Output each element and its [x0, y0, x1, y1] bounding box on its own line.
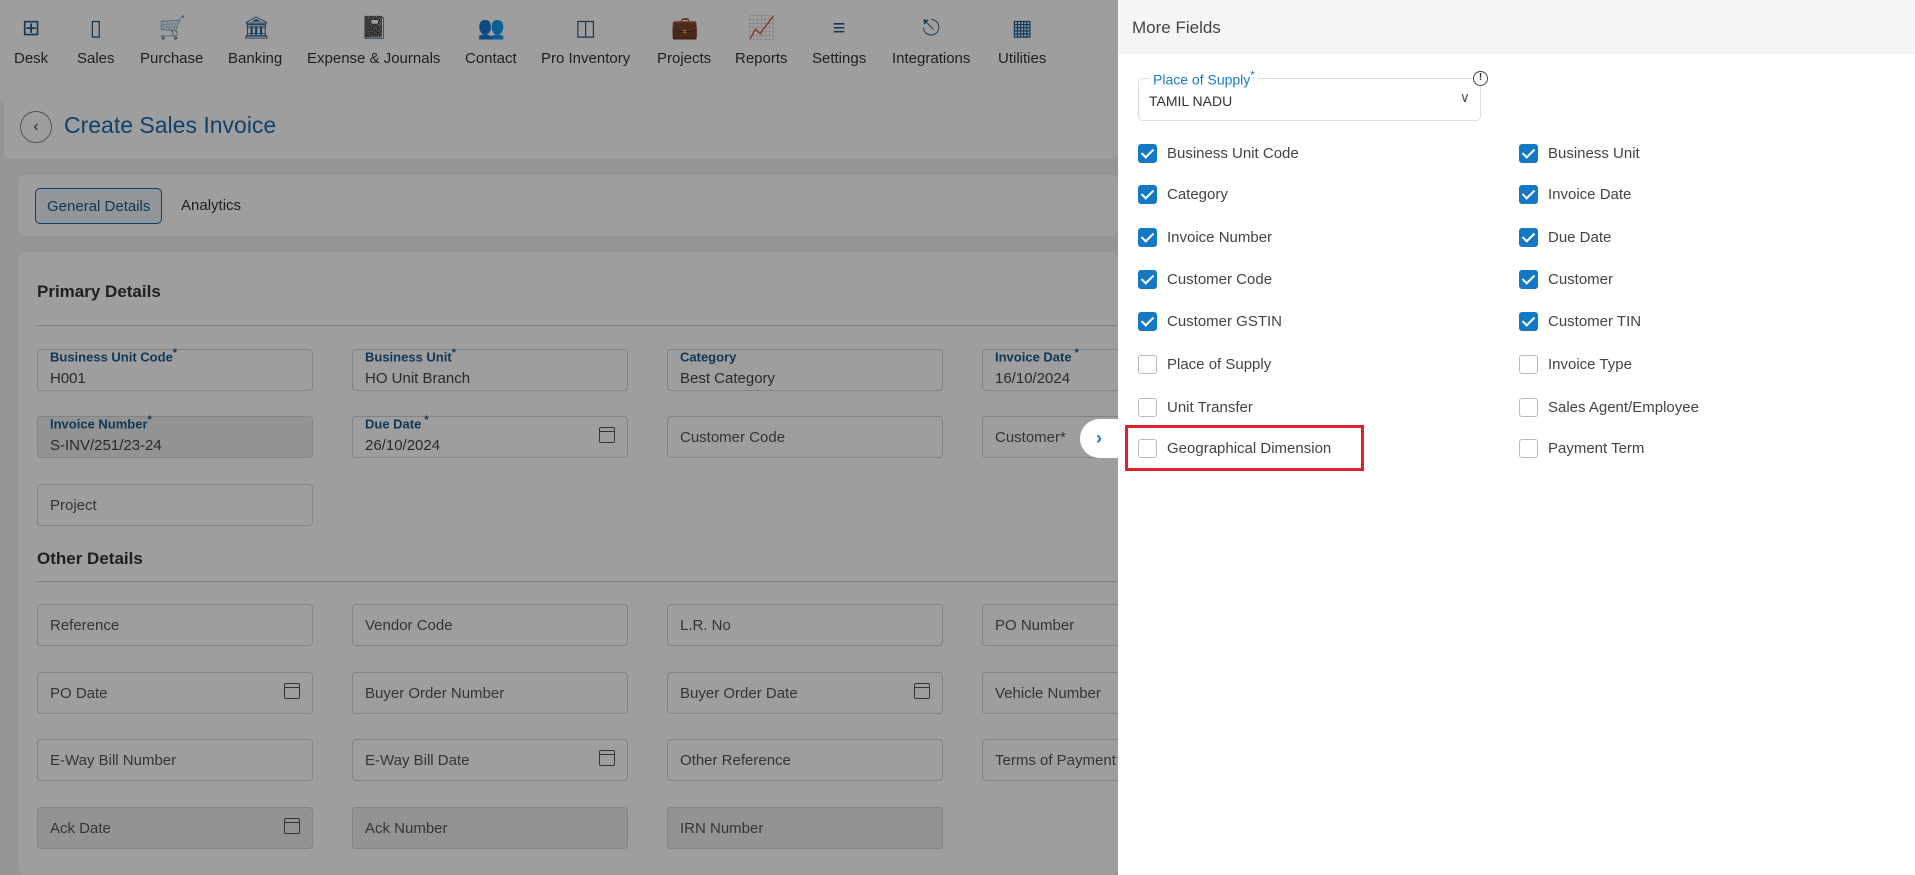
panel-title: More Fields [1118, 0, 1915, 54]
checkbox-label: Place of Supply [1167, 356, 1272, 373]
checkbox-label: Customer [1548, 271, 1614, 288]
checkbox-unit-transfer[interactable]: Unit Transfer [1138, 398, 1253, 417]
chevron-down-icon: ∨ [1459, 89, 1470, 105]
checkbox-unchecked-icon[interactable] [1519, 398, 1538, 417]
checkbox-checked-icon[interactable] [1519, 312, 1538, 331]
checkbox-label: Customer GSTIN [1167, 313, 1283, 330]
checkbox-invoice-number[interactable]: Invoice Number [1138, 228, 1272, 247]
checkbox-category[interactable]: Category [1138, 185, 1228, 204]
checkbox-place-of-supply[interactable]: Place of Supply [1138, 355, 1271, 374]
checkbox-unchecked-icon[interactable] [1519, 439, 1538, 458]
checkbox-customer-gstin[interactable]: Customer GSTIN [1138, 312, 1282, 331]
checkbox-label: Customer TIN [1548, 313, 1642, 330]
collapse-panel-button[interactable]: › [1080, 419, 1118, 458]
checkbox-customer-tin[interactable]: Customer TIN [1519, 312, 1641, 331]
checkbox-checked-icon[interactable] [1138, 270, 1157, 289]
checkbox-unchecked-icon[interactable] [1138, 398, 1157, 417]
checkbox-customer[interactable]: Customer [1519, 270, 1613, 289]
highlight-box [1125, 425, 1364, 471]
checkbox-payment-term[interactable]: Payment Term [1519, 439, 1644, 458]
checkbox-due-date[interactable]: Due Date [1519, 228, 1611, 247]
checkbox-label: Customer Code [1167, 271, 1273, 288]
label-text: Place of Supply [1153, 71, 1251, 88]
checkbox-checked-icon[interactable] [1138, 144, 1157, 163]
checkbox-invoice-type[interactable]: Invoice Type [1519, 355, 1632, 374]
checkbox-sales-agent-employee[interactable]: Sales Agent/Employee [1519, 398, 1699, 417]
place-of-supply-label: Place of Supply* [1149, 69, 1259, 88]
checkbox-checked-icon[interactable] [1519, 270, 1538, 289]
checkbox-label: Unit Transfer [1167, 399, 1253, 416]
checkbox-label: Invoice Date [1548, 186, 1632, 203]
place-of-supply-select[interactable]: Place of Supply* TAMIL NADU ∨ [1138, 69, 1481, 121]
checkbox-label: Category [1167, 186, 1228, 203]
checkbox-label: Due Date [1548, 229, 1612, 246]
checkbox-label: Sales Agent/Employee [1548, 399, 1699, 416]
checkbox-invoice-date[interactable]: Invoice Date [1519, 185, 1631, 204]
checkbox-checked-icon[interactable] [1138, 312, 1157, 331]
checkbox-checked-icon[interactable] [1519, 144, 1538, 163]
checkbox-checked-icon[interactable] [1138, 228, 1157, 247]
modal-backdrop[interactable] [0, 0, 1118, 875]
checkbox-checked-icon[interactable] [1519, 185, 1538, 204]
checkbox-customer-code[interactable]: Customer Code [1138, 270, 1272, 289]
chevron-right-icon: › [1096, 428, 1102, 448]
checkbox-label: Invoice Type [1548, 356, 1632, 373]
checkbox-label: Business Unit Code [1167, 145, 1299, 162]
checkbox-label: Business Unit [1548, 145, 1640, 162]
checkbox-business-unit-code[interactable]: Business Unit Code [1138, 144, 1299, 163]
place-of-supply-value: TAMIL NADU [1149, 93, 1233, 109]
info-icon[interactable]: ! [1473, 71, 1488, 86]
required-mark: * [1250, 69, 1255, 82]
checkbox-checked-icon[interactable] [1138, 185, 1157, 204]
checkbox-business-unit[interactable]: Business Unit [1519, 144, 1640, 163]
checkbox-checked-icon[interactable] [1519, 228, 1538, 247]
checkbox-unchecked-icon[interactable] [1138, 355, 1157, 374]
checkbox-label: Invoice Number [1167, 229, 1273, 246]
checkbox-label: Payment Term [1548, 440, 1645, 457]
checkbox-unchecked-icon[interactable] [1519, 355, 1538, 374]
